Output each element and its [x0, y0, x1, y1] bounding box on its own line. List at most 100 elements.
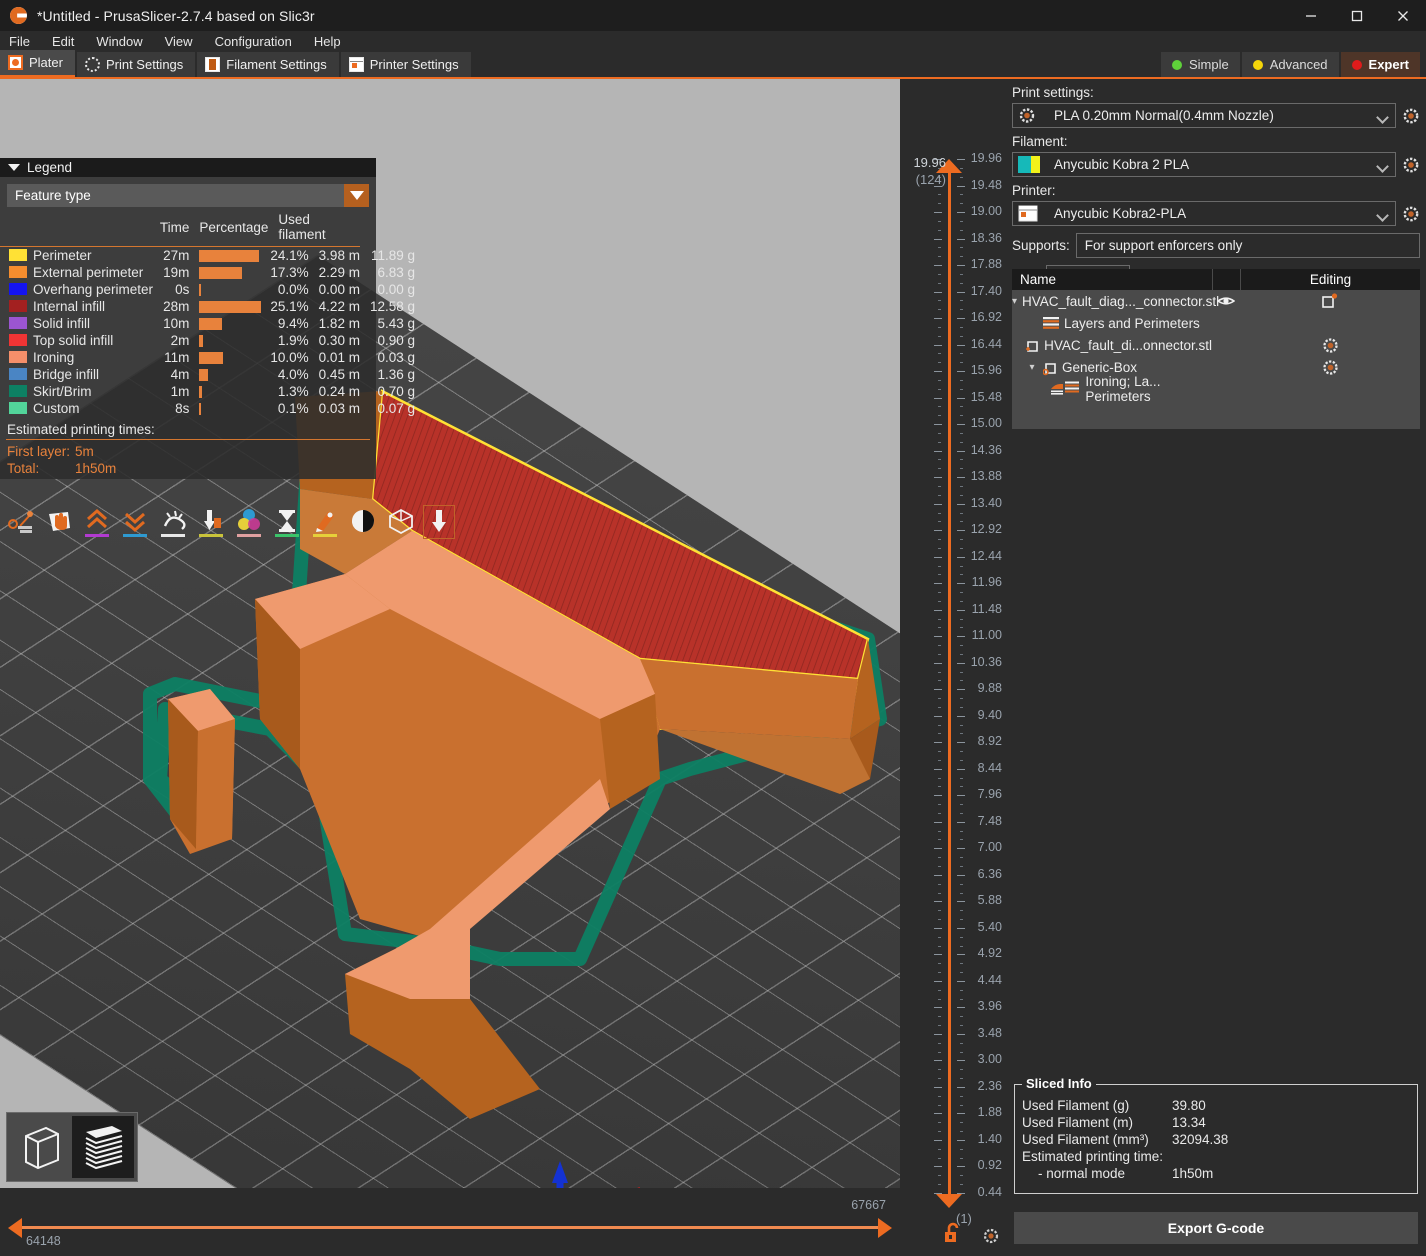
legend-row[interactable]: Top solid infill 2m 1.9% 0.30 m 0.90 g — [0, 332, 419, 349]
layer-slider-tick-label: 3.96 — [978, 1000, 1002, 1012]
mode-simple[interactable]: Simple — [1161, 52, 1240, 77]
unlocked-icon[interactable] — [942, 1221, 964, 1250]
layer-slider-tick — [957, 1140, 965, 1141]
chevron-down-icon — [8, 164, 20, 171]
menu-file[interactable]: File — [0, 31, 41, 52]
visibility-toggle[interactable] — [1212, 295, 1240, 307]
tab-print-settings[interactable]: Print Settings — [77, 52, 195, 77]
lower-down-icon[interactable] — [120, 506, 150, 538]
menu-window[interactable]: Window — [85, 31, 153, 52]
menu-edit[interactable]: Edit — [41, 31, 85, 52]
legend-row[interactable]: Ironing 11m 10.0% 0.01 m 0.03 g — [0, 349, 419, 366]
layer-slider[interactable]: 19.9619.4819.0018.3617.8817.4016.9216.44… — [900, 79, 1006, 1256]
tab-plater[interactable]: Plater — [0, 50, 75, 77]
gear-icon[interactable] — [982, 1227, 1000, 1250]
layer-slider-minor-tick — [960, 751, 963, 752]
legend-row[interactable]: Bridge infill 4m 4.0% 0.45 m 1.36 g — [0, 366, 419, 383]
window-controls — [1288, 0, 1426, 31]
object-list-row-part[interactable]: HVAC_fault_di...onnector.stl — [1012, 334, 1420, 356]
menu-configuration[interactable]: Configuration — [204, 31, 303, 52]
layer-slider-minor-tick — [938, 654, 941, 655]
printer-edit-gear-icon[interactable] — [1402, 205, 1420, 223]
supports-select[interactable]: For support enforcers only — [1076, 233, 1420, 258]
printer-value: Anycubic Kobra2-PLA — [1054, 206, 1186, 221]
printer-select[interactable]: Anycubic Kobra2-PLA — [1012, 201, 1396, 226]
3d-view-thumb[interactable] — [10, 1116, 72, 1178]
chevron-down-icon[interactable]: ▾ — [1026, 362, 1038, 373]
legend-row[interactable]: Internal infill 28m 25.1% 4.22 m 12.58 g — [0, 298, 419, 315]
legend-toggle-icon[interactable] — [424, 506, 454, 538]
legend-length: 1.82 m — [309, 315, 360, 332]
filament-edit-gear-icon[interactable] — [1402, 156, 1420, 174]
tool-marker-icon[interactable] — [310, 506, 340, 538]
retractions-icon[interactable] — [196, 506, 226, 538]
preview-layers-thumb[interactable] — [72, 1116, 134, 1178]
travel-paths-icon[interactable] — [158, 506, 188, 538]
filament-label: Filament: — [1012, 134, 1426, 149]
layer-slider-minor-tick — [938, 839, 941, 840]
legend-row[interactable]: Overhang perimeter 0s 0.0% 0.00 m 0.00 g — [0, 281, 419, 298]
mode-expert-dot — [1352, 60, 1362, 70]
tab-printer-settings[interactable]: Printer Settings — [341, 52, 471, 77]
legend-header[interactable]: Legend — [0, 158, 376, 177]
object-list-row-root[interactable]: ▾ HVAC_fault_diag..._connector.stl — [1012, 290, 1420, 312]
minimize-icon[interactable] — [1288, 0, 1334, 31]
part-settings-gear-icon[interactable] — [1240, 337, 1420, 354]
legend-row[interactable]: Perimeter 27m 24.1% 3.98 m 11.89 g — [0, 247, 419, 265]
moves-slider-left-handle[interactable] — [8, 1218, 22, 1238]
mode-advanced[interactable]: Advanced — [1242, 52, 1339, 77]
moves-slider-rail[interactable] — [22, 1226, 878, 1229]
raise-up-icon[interactable] — [82, 506, 112, 538]
legend-time: 11m — [153, 349, 189, 366]
sliced-info-key: Used Filament (g) — [1022, 1098, 1172, 1113]
moves-slider[interactable]: 67667 64148 — [0, 1188, 900, 1256]
maximize-icon[interactable] — [1334, 0, 1380, 31]
legend-row[interactable]: Skirt/Brim 1m 1.3% 0.24 m 0.70 g — [0, 383, 419, 400]
layer-slider-minor-tick — [960, 839, 963, 840]
layer-slider-rail[interactable] — [948, 171, 951, 1194]
object-list-row-ironing-settings[interactable]: Ironing; La... Perimeters — [1012, 378, 1420, 400]
3d-viewport[interactable]: Legend Feature type Time Percentage Used… — [0, 79, 900, 1256]
sliced-info-row: Used Filament (m) 13.34 — [1015, 1114, 1417, 1131]
legend-weight: 0.03 g — [360, 349, 419, 366]
layer-slider-minor-tick — [960, 946, 963, 947]
moves-slider-right-handle[interactable] — [878, 1218, 892, 1238]
layer-range-icon[interactable] — [1240, 293, 1420, 309]
layer-slider-minor-tick — [960, 627, 963, 628]
layer-slider-tick-label: 16.92 — [971, 311, 1002, 323]
chevron-down-icon[interactable] — [1376, 111, 1389, 124]
mode-expert[interactable]: Expert — [1341, 52, 1420, 77]
view-type-select[interactable]: Feature type — [7, 184, 369, 207]
shells-icon[interactable] — [348, 506, 378, 538]
underline — [313, 534, 337, 537]
estimated-time-icon[interactable] — [272, 506, 302, 538]
object-list[interactable]: Name Editing ▾ HVAC_fault_diag..._connec… — [1012, 269, 1420, 429]
object-list-row-settings[interactable]: Layers and Perimeters — [1012, 312, 1420, 334]
chevron-down-icon[interactable] — [1376, 160, 1389, 173]
layer-slider-lower-handle[interactable] — [936, 1194, 962, 1208]
print-settings-edit-gear-icon[interactable] — [1402, 107, 1420, 125]
menu-help[interactable]: Help — [303, 31, 352, 52]
tab-filament-settings[interactable]: Filament Settings — [197, 52, 338, 77]
menu-view[interactable]: View — [154, 31, 204, 52]
legend-row[interactable]: External perimeter 19m 17.3% 2.29 m 6.83… — [0, 264, 419, 281]
legend-row[interactable]: Custom 8s 0.1% 0.03 m 0.07 g — [0, 400, 419, 417]
underline — [199, 534, 223, 537]
export-gcode-button[interactable]: Export G-code — [1014, 1212, 1418, 1244]
legend-row[interactable]: Solid infill 10m 9.4% 1.82 m 5.43 g — [0, 315, 419, 332]
modifier-settings-gear-icon[interactable] — [1240, 359, 1420, 376]
print-settings-select[interactable]: PLA 0.20mm Normal(0.4mm Nozzle) — [1012, 103, 1396, 128]
filament-select[interactable]: Anycubic Kobra 2 PLA — [1012, 152, 1396, 177]
hand-move-icon[interactable] — [44, 506, 74, 538]
layer-slider-minor-tick — [960, 389, 963, 390]
chevron-down-icon[interactable] — [344, 184, 369, 207]
underline — [123, 534, 147, 537]
view-cube-icon[interactable] — [386, 506, 416, 538]
chevron-down-icon[interactable] — [1376, 209, 1389, 222]
color-print-icon[interactable] — [234, 506, 264, 538]
close-icon[interactable] — [1380, 0, 1426, 31]
underline — [161, 534, 185, 537]
arrange-icon[interactable] — [6, 506, 36, 538]
color-swatch — [9, 317, 27, 329]
chevron-down-icon[interactable]: ▾ — [1012, 296, 1017, 307]
